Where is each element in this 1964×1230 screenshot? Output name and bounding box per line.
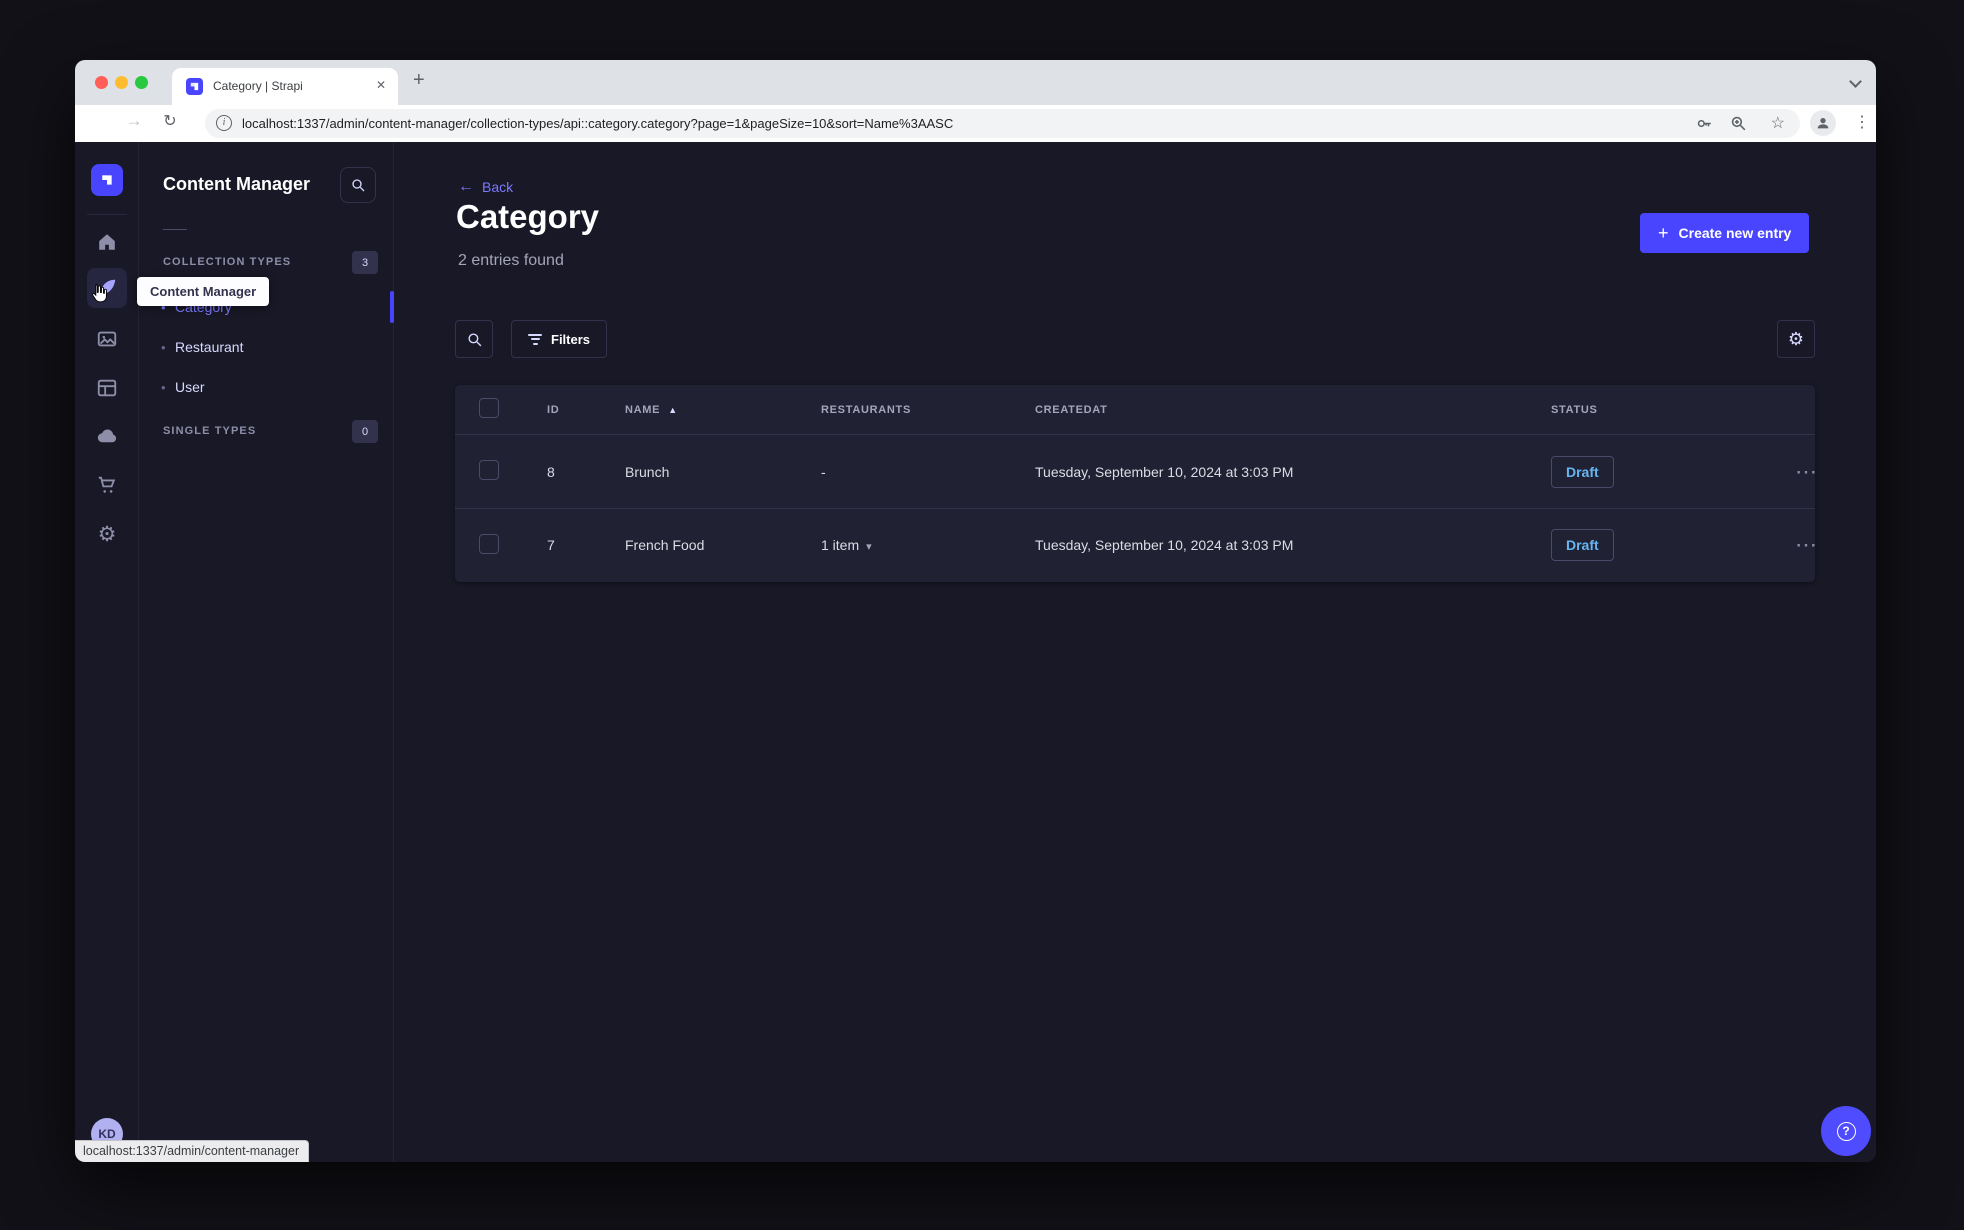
browser-forward-button[interactable]: → bbox=[122, 111, 146, 131]
sidebar-item-restaurant[interactable]: • Restaurant bbox=[139, 327, 394, 367]
table-search-button[interactable] bbox=[455, 320, 493, 358]
rail-divider bbox=[87, 214, 127, 215]
subnav-title: Content Manager bbox=[163, 174, 311, 194]
table-header-row: ID NAME ▲ RESTAURANTS CREATEDAT STATUS bbox=[455, 385, 1815, 435]
password-key-icon[interactable] bbox=[1695, 114, 1714, 133]
settings-gear-icon[interactable]: ⚙ bbox=[87, 514, 127, 554]
url-text: localhost:1337/admin/content-manager/col… bbox=[242, 116, 954, 131]
cell-id: 7 bbox=[547, 537, 555, 553]
header-name[interactable]: NAME ▲ bbox=[625, 404, 821, 416]
table-row[interactable]: 8 Brunch - Tuesday, September 10, 2024 a… bbox=[455, 435, 1818, 508]
content-type-builder-icon[interactable] bbox=[87, 368, 127, 408]
strapi-favicon-icon bbox=[186, 78, 203, 95]
subnav-search-button[interactable] bbox=[340, 167, 376, 203]
content-manager-tooltip: Content Manager bbox=[137, 277, 270, 306]
plus-icon: + bbox=[1658, 222, 1669, 243]
header-restaurants[interactable]: RESTAURANTS bbox=[821, 404, 1035, 416]
tab-title: Category | Strapi bbox=[213, 79, 303, 93]
single-types-label: SINGLE TYPES bbox=[163, 425, 257, 437]
create-new-entry-button[interactable]: + Create new entry bbox=[1640, 213, 1810, 253]
entries-table: ID NAME ▲ RESTAURANTS CREATEDAT STATUS 8 … bbox=[455, 385, 1818, 582]
bookmark-star-icon[interactable]: ☆ bbox=[1771, 113, 1785, 133]
strapi-app: ⚙ KD Content Manager COLLECTION TYPES 3 … bbox=[75, 142, 1876, 1162]
minimize-window-button[interactable] bbox=[115, 76, 128, 89]
page-title: Category bbox=[456, 198, 600, 235]
sort-asc-icon: ▲ bbox=[668, 404, 678, 415]
browser-toolbar: ← → ↻ i localhost:1337/admin/content-man… bbox=[75, 105, 1876, 157]
row-actions-icon[interactable]: ⋯ bbox=[1795, 460, 1818, 482]
table-row[interactable]: 7 French Food 1 item ▾ Tuesday, September… bbox=[455, 508, 1818, 581]
status-badge: Draft bbox=[1551, 529, 1614, 561]
status-badge: Draft bbox=[1551, 455, 1614, 488]
help-button[interactable]: ? bbox=[1821, 1106, 1871, 1156]
sidebar-item-label: User bbox=[175, 379, 205, 395]
home-icon[interactable] bbox=[87, 222, 127, 262]
main-content: ← Back Category 2 entries found + Create… bbox=[394, 142, 1876, 1162]
cell-id: 8 bbox=[547, 463, 555, 480]
cell-createdat: Tuesday, September 10, 2024 at 3:03 PM bbox=[1035, 537, 1294, 553]
tab-strip: Category | Strapi ✕ + bbox=[75, 60, 1876, 105]
question-icon: ? bbox=[1836, 1121, 1856, 1141]
row-checkbox[interactable] bbox=[479, 460, 499, 480]
subnav-divider bbox=[163, 229, 187, 230]
browser-reload-button[interactable]: ↻ bbox=[158, 111, 182, 131]
new-tab-button[interactable]: + bbox=[413, 69, 425, 92]
view-settings-button[interactable]: ⚙ bbox=[1777, 320, 1815, 358]
mouse-cursor bbox=[88, 282, 112, 311]
cell-restaurants[interactable]: 1 item ▾ bbox=[821, 537, 1035, 553]
header-id[interactable]: ID bbox=[547, 404, 625, 416]
collection-types-label: COLLECTION TYPES bbox=[163, 256, 292, 268]
status-bar-link: localhost:1337/admin/content-manager bbox=[75, 1140, 310, 1162]
back-arrow-icon: ← bbox=[458, 178, 474, 195]
browser-profile-avatar[interactable] bbox=[1810, 110, 1836, 136]
browser-tab[interactable]: Category | Strapi ✕ bbox=[172, 68, 398, 105]
media-library-icon[interactable] bbox=[87, 319, 127, 359]
cell-restaurants: - bbox=[821, 463, 826, 480]
tab-search-chevron-icon[interactable] bbox=[1849, 75, 1862, 88]
entries-count: 2 entries found bbox=[458, 252, 564, 269]
header-createdat[interactable]: CREATEDAT bbox=[1035, 404, 1551, 416]
browser-window: Category | Strapi ✕ + ← → ↻ i localhost:… bbox=[75, 60, 1876, 1162]
filters-button[interactable]: Filters bbox=[511, 320, 608, 358]
cell-createdat: Tuesday, September 10, 2024 at 3:03 PM bbox=[1035, 463, 1294, 480]
collection-types-count-badge: 3 bbox=[352, 251, 378, 274]
sidebar-item-label: Restaurant bbox=[175, 339, 244, 355]
single-types-count-badge: 0 bbox=[352, 420, 378, 443]
filter-icon bbox=[528, 331, 542, 347]
cell-name: French Food bbox=[625, 537, 705, 553]
strapi-logo[interactable] bbox=[91, 164, 123, 196]
row-checkbox[interactable] bbox=[479, 533, 499, 554]
site-info-icon[interactable]: i bbox=[216, 115, 232, 131]
back-link[interactable]: ← Back bbox=[458, 178, 513, 196]
chevron-down-icon: ▾ bbox=[866, 541, 872, 553]
close-window-button[interactable] bbox=[95, 76, 108, 89]
zoom-icon[interactable] bbox=[1729, 114, 1748, 133]
maximize-window-button[interactable] bbox=[135, 76, 148, 89]
row-actions-icon[interactable]: ⋯ bbox=[1795, 534, 1818, 556]
cell-name: Brunch bbox=[625, 463, 670, 480]
sidebar-item-user[interactable]: • User bbox=[139, 367, 394, 407]
select-all-checkbox[interactable] bbox=[479, 398, 499, 418]
marketplace-cart-icon[interactable] bbox=[87, 465, 127, 505]
back-label: Back bbox=[482, 179, 514, 195]
cloud-icon[interactable] bbox=[87, 416, 127, 456]
browser-menu-icon[interactable]: ⋮ bbox=[1854, 112, 1870, 132]
header-status[interactable]: STATUS bbox=[1551, 404, 1795, 416]
url-bar[interactable]: i localhost:1337/admin/content-manager/c… bbox=[205, 109, 1800, 138]
tab-close-icon[interactable]: ✕ bbox=[376, 78, 386, 92]
